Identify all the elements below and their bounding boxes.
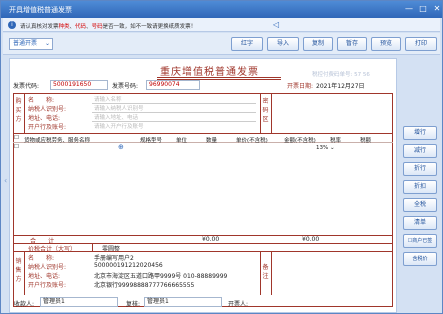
seller-bank-value: 北京银行99998888777766665555 (94, 282, 195, 289)
grid-line (271, 93, 272, 133)
total-amount: ¥0.00 (202, 236, 220, 243)
red-invoice-button[interactable]: 红字 (231, 37, 263, 51)
list-button[interactable]: 清单 (403, 216, 437, 230)
date-value: 2021年12月27日 (316, 83, 365, 90)
toolbar: 普通开票 ⌄ 红字 导入 复制 暂存 预览 打印 (3, 33, 440, 55)
title-bar: 开具增值税普通发票 — □ ✕ (1, 1, 442, 18)
invoice-code-label: 发票代码: (13, 83, 40, 90)
remark-section-label: 备注 (262, 264, 269, 280)
reviewer-label: 复核: (126, 301, 141, 308)
payee-field[interactable]: 管理员1 (40, 297, 118, 307)
password-section-label: 密码区 (262, 98, 269, 123)
payee-label: 收款人: (14, 301, 35, 308)
remove-row-button[interactable]: 减行 (403, 144, 437, 158)
merchant-checkbox[interactable]: ☐商户已签 (403, 234, 437, 248)
col-unit: 单位 (176, 138, 188, 144)
chevron-down-icon: ⌄ (44, 40, 50, 47)
import-button[interactable]: 导入 (267, 37, 299, 51)
buyer-address-label: 地址、电话: (28, 115, 61, 122)
invoice-number-field[interactable]: 96990074 (146, 80, 200, 90)
invoice-type-select[interactable]: 普通开票 ⌄ (9, 38, 53, 50)
buyer-taxid-label: 纳税人识别号: (28, 106, 67, 113)
buyer-section-label: 购买方 (15, 98, 22, 123)
col-price: 单价(不含税) (236, 138, 268, 144)
buyer-address-input[interactable]: 请输入地址、电话 (94, 113, 138, 121)
title-underline (157, 77, 281, 78)
copy-button[interactable]: 复制 (303, 37, 333, 51)
save-draft-button[interactable]: 暂存 (337, 37, 367, 51)
notice-text: 请认真核对发票种类、代码、号码是否一致，如不一致请更换纸质发票！ (20, 24, 197, 30)
seller-address-value: 北京市海淀区五道口路甲9999号 010-88889999 (94, 273, 228, 280)
buyer-bank-label: 开户行及账号: (28, 124, 67, 131)
seller-taxid-value: 500000191212020456 (94, 262, 163, 269)
grid-line (13, 251, 393, 252)
seller-address-label: 地址、电话: (28, 273, 61, 280)
reviewer-field[interactable]: 管理员1 (144, 297, 222, 307)
drawer-label: 开票人: (228, 301, 249, 308)
col-spec: 规格型号 (140, 138, 163, 144)
seller-name-label: 名 称: (28, 255, 55, 262)
col-amount: 金额(不含税) (284, 138, 316, 144)
speaker-icon[interactable]: ◁ (273, 20, 279, 29)
watermark-text: 税控付费码单号: 57 56 (312, 72, 370, 78)
grid-line (260, 251, 261, 295)
date-label: 开票日期: (287, 83, 314, 90)
buyer-bank-input[interactable]: 请输入开户行及账号 (94, 122, 144, 130)
fold-row-button[interactable]: 折行 (403, 162, 437, 176)
invoice-window: 开具增值税普通发票 — □ ✕ i 请认真核对发票种类、代码、号码是否一致，如不… (0, 0, 443, 314)
tax-rate-select[interactable]: 13% ⌄ (316, 145, 335, 151)
buyer-name-input[interactable]: 请输入名称 (94, 95, 122, 103)
total-tax: ¥0.00 (302, 236, 320, 243)
col-tax: 税额 (360, 138, 372, 144)
col-qty: 数量 (206, 138, 218, 144)
invoice-code-field[interactable]: 5000191650 (50, 80, 108, 90)
buyer-name-label: 名 称: (28, 97, 55, 104)
col-tax-rate: 税率 (330, 138, 342, 144)
grid-line (260, 93, 261, 133)
print-button[interactable]: 打印 (405, 37, 437, 51)
invoice-number-label: 发票号码: (112, 83, 139, 90)
close-button[interactable]: ✕ (431, 4, 443, 14)
grid-line (24, 93, 25, 133)
preview-button[interactable]: 预览 (371, 37, 401, 51)
buyer-taxid-input[interactable]: 请输入纳税人识别号 (94, 104, 144, 112)
maximize-button[interactable]: □ (417, 4, 429, 14)
seller-section-label: 销售方 (15, 258, 22, 283)
notice-bar: i 请认真核对发票种类、代码、号码是否一致，如不一致请更换纸质发票！ ◁ (3, 18, 440, 32)
tax-price-button[interactable]: 含税价 (403, 252, 437, 266)
select-all-checkbox[interactable]: ☐ (14, 135, 19, 141)
discount-button[interactable]: 折扣 (403, 180, 437, 194)
add-item-icon[interactable]: ⊕ (118, 143, 124, 151)
grid-line (24, 251, 25, 295)
window-title: 开具增值税普通发票 (9, 6, 72, 14)
full-tax-button[interactable]: 全税 (403, 198, 437, 212)
seller-name-value: 手册编写用户2 (94, 255, 134, 262)
seller-taxid-label: 纳税人识别号: (28, 264, 67, 271)
row-checkbox[interactable]: ☐ (14, 144, 19, 150)
col-item-name: 货物或应税劳务、服务名称 (24, 138, 91, 144)
minimize-button[interactable]: — (403, 4, 415, 14)
grid-line (92, 243, 93, 251)
right-sidebar: 增行 减行 折行 折扣 全税 清单 ☐商户已签 含税价 (400, 58, 442, 313)
grid-line (271, 251, 272, 295)
add-row-button[interactable]: 增行 (403, 126, 437, 140)
info-icon: i (8, 21, 16, 29)
invoice-title: 重庆增值税普通发票 (160, 67, 259, 78)
invoice-form: 重庆增值税普通发票 税控付费码单号: 57 56 发票代码: 500019165… (9, 58, 397, 313)
seller-bank-label: 开户行及账号: (28, 282, 67, 289)
grid-line (13, 133, 393, 134)
